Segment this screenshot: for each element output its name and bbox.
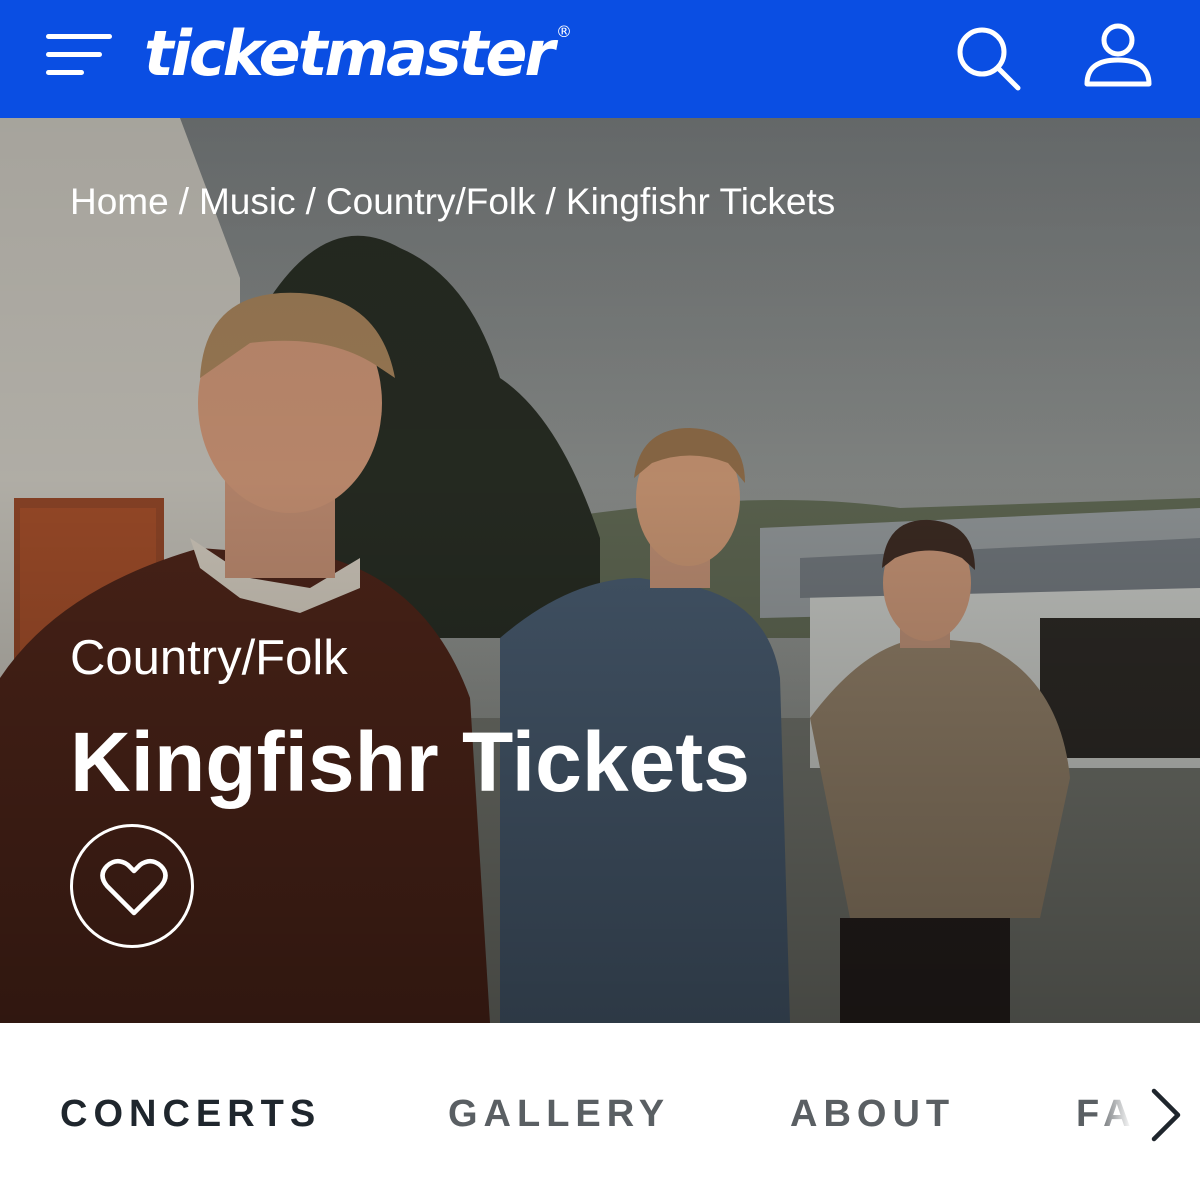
breadcrumb-country-folk[interactable]: Country/Folk (326, 181, 536, 222)
tab-concerts[interactable]: CONCERTS (60, 1089, 321, 1139)
tab-gallery[interactable]: GALLERY (448, 1089, 670, 1139)
hamburger-menu-icon-line-2 (46, 52, 102, 57)
breadcrumb: Home / Music / Country/Folk / Kingfishr Ticket… (70, 178, 835, 226)
tab-about[interactable]: ABOUT (790, 1089, 955, 1139)
search-icon (957, 27, 1021, 91)
breadcrumb-separator: / (178, 181, 189, 222)
heart-outline-icon (100, 859, 168, 916)
breadcrumb-home[interactable]: Home (70, 181, 169, 222)
breadcrumb-separator: / (545, 181, 556, 222)
genre-label: Country/Folk (70, 631, 348, 685)
hamburger-menu-icon-line-1 (46, 34, 112, 39)
chevron-right-icon (1151, 1088, 1181, 1142)
breadcrumb-separator: / (305, 181, 316, 222)
tab-overflow-fade (1096, 1063, 1136, 1163)
hamburger-menu-icon-line-3 (46, 70, 84, 75)
page-title: Kingfishr Tickets (70, 715, 750, 809)
artist-tabs: CONCERTS GALLERY ABOUT FAQ (0, 1023, 1200, 1179)
search-button[interactable] (950, 20, 1026, 96)
user-account-icon (1084, 23, 1152, 87)
top-nav-bar: ticketmaster ® (0, 0, 1200, 118)
breadcrumb-current: Kingfishr Tickets (565, 181, 836, 222)
logo-registered-mark: ® (555, 22, 572, 41)
hamburger-menu-button[interactable] (46, 28, 116, 84)
account-button[interactable] (1080, 20, 1156, 96)
tabs-scroll-right-button[interactable] (1140, 1085, 1190, 1145)
favorite-button[interactable] (70, 824, 194, 948)
breadcrumb-music[interactable]: Music (199, 181, 296, 222)
ticketmaster-logo[interactable]: ticketmaster ® (144, 14, 572, 94)
artist-hero-banner: Home / Music / Country/Folk / Kingfishr Ticket… (0, 118, 1200, 1023)
logo-text: ticketmaster (144, 17, 555, 90)
